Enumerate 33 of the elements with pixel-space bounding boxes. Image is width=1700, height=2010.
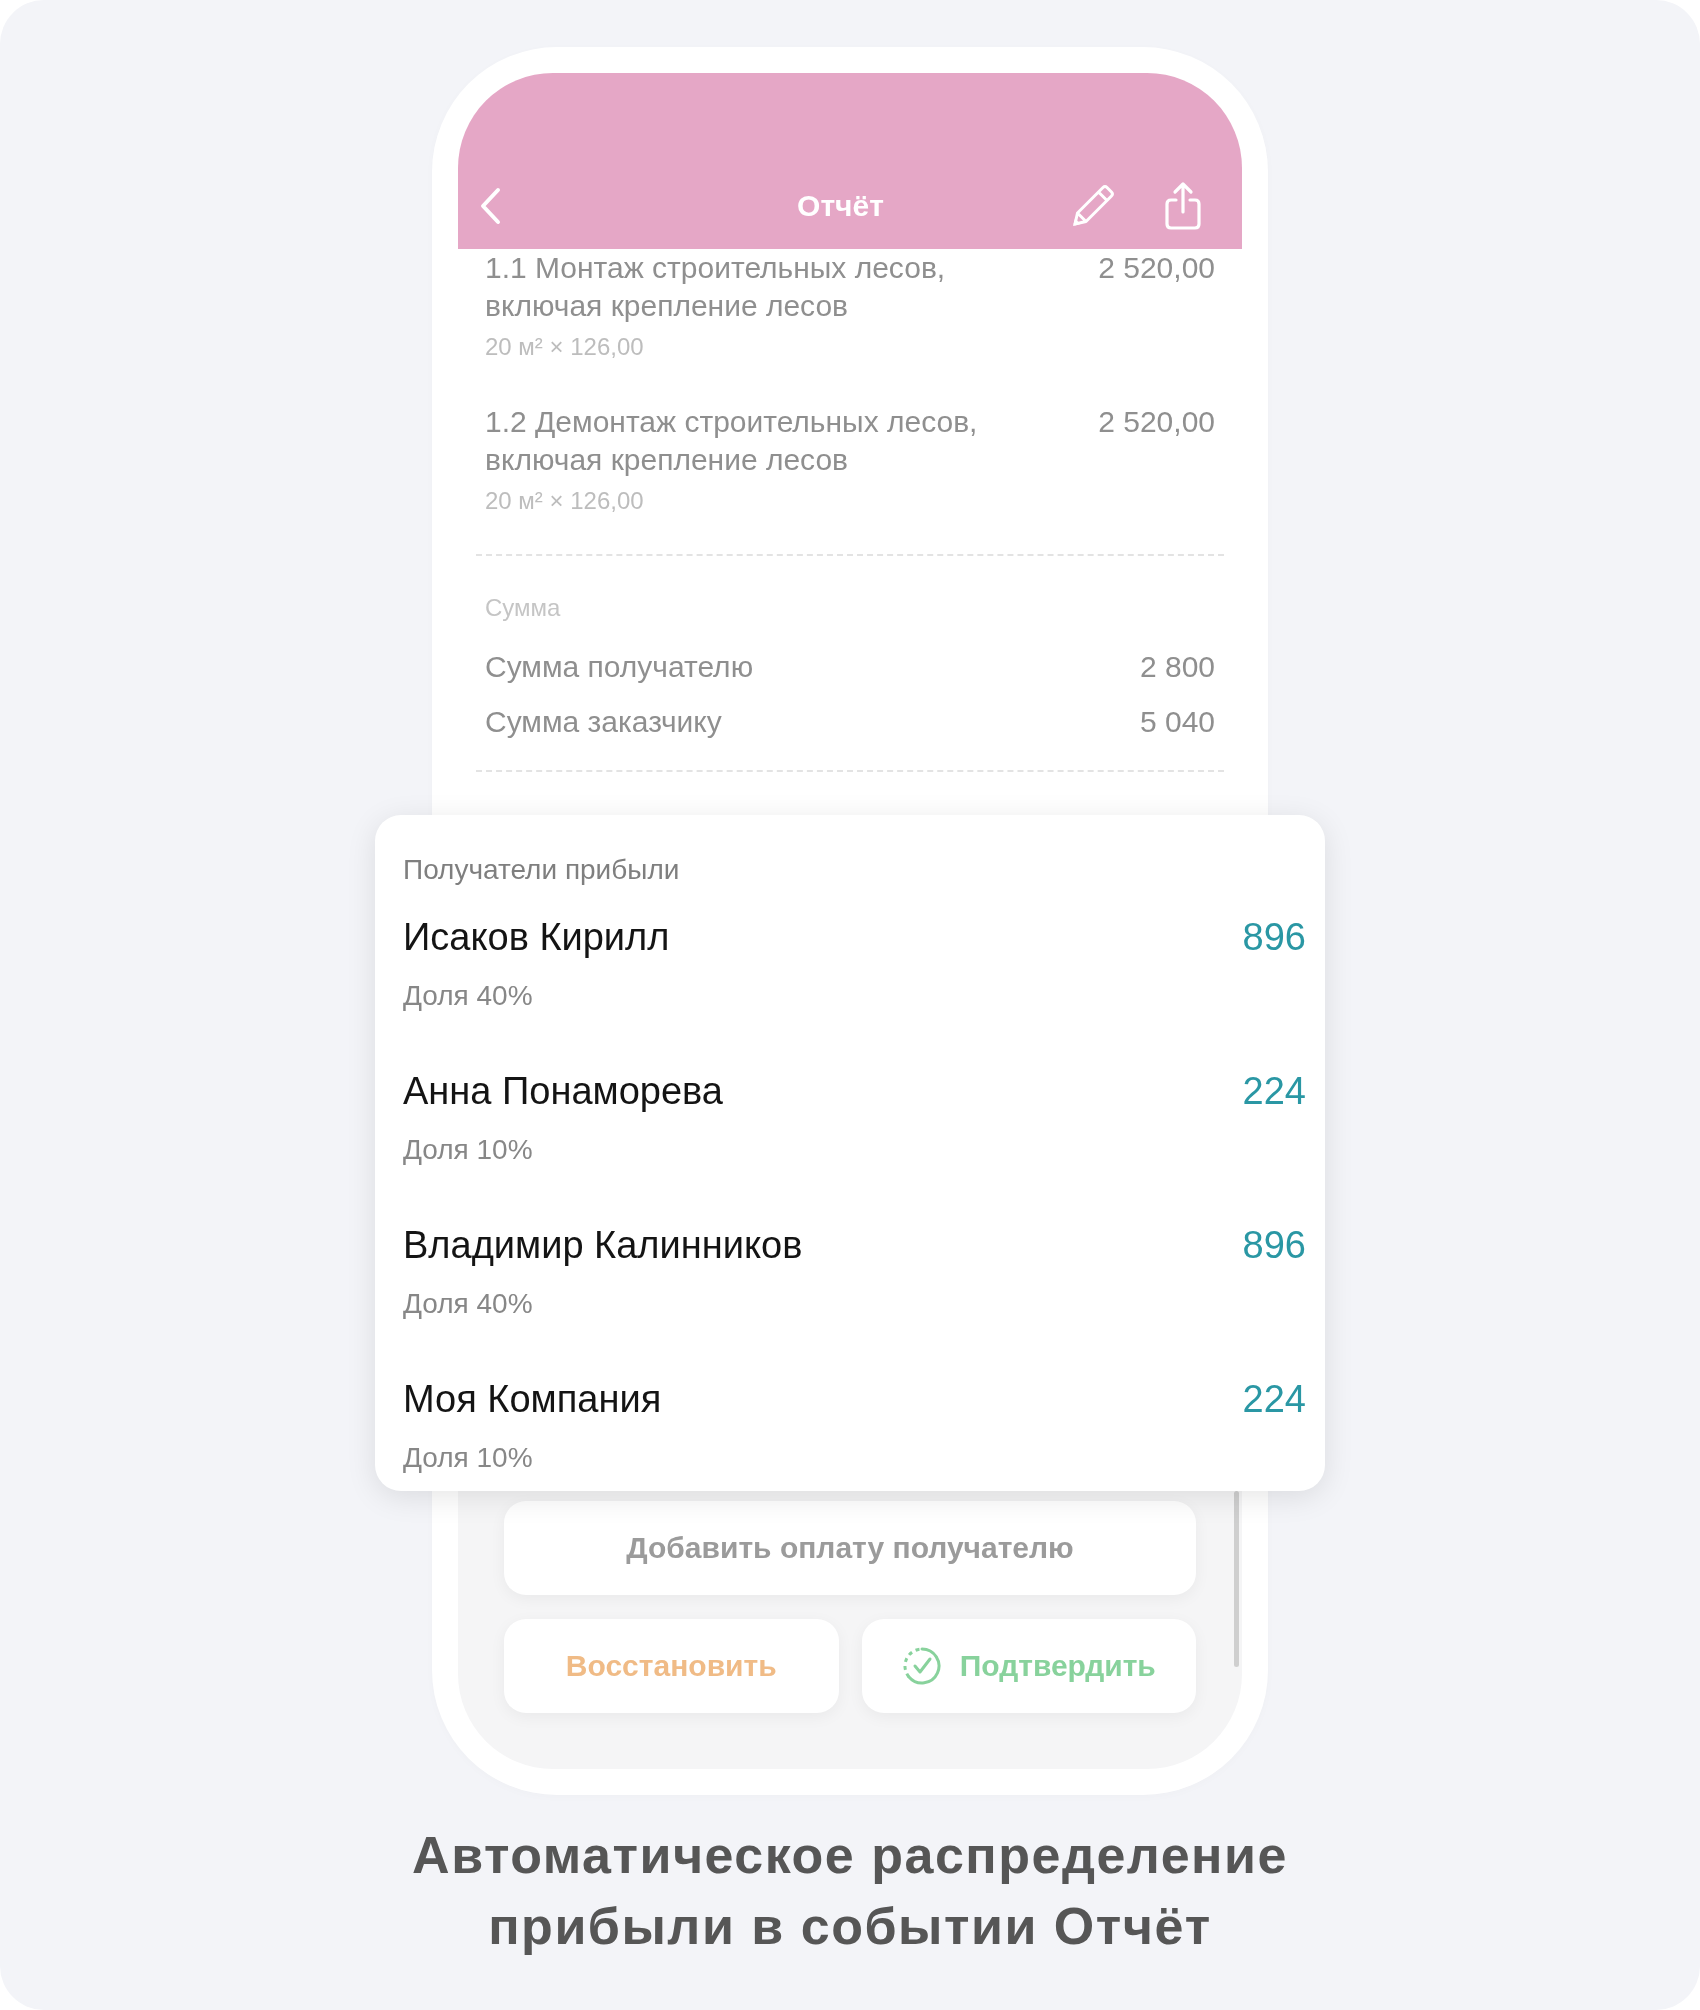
recipient-share: Доля 40%	[403, 1287, 533, 1321]
item-title: 1.1 Монтаж строительных лесов, включая крепление лесов	[485, 250, 947, 324]
card-title: Получатели прибыли	[403, 853, 680, 887]
item-title: 1.2 Демонтаж строительных лесов, включая крепление лесов	[485, 404, 979, 478]
recipient-share: Доля 10%	[403, 1441, 533, 1475]
recipient-amount: 224	[1242, 1377, 1306, 1422]
share-icon[interactable]	[1164, 181, 1202, 231]
recipient-name: Моя Компания	[403, 1377, 662, 1422]
recipient-name: Исаков Кирилл	[403, 915, 670, 960]
recipient-name: Анна Понаморева	[403, 1069, 723, 1114]
back-icon[interactable]	[479, 187, 501, 225]
recipient-name: Владимир Калинников	[403, 1223, 803, 1268]
recipient-amount: 896	[1242, 1223, 1306, 1268]
caption-text: Автоматическое распределение прибыли в событии Отчёт	[412, 1826, 1288, 1955]
screen-title: Отчёт	[797, 188, 884, 224]
recipient-amount: 224	[1242, 1069, 1306, 1114]
recipient-amount: 896	[1242, 915, 1306, 960]
confirm-button[interactable]: Подтвердить	[861, 1619, 1196, 1713]
total-value: 5 040	[1139, 704, 1215, 740]
restore-button[interactable]: Восстановить	[504, 1619, 839, 1713]
total-label: Сумма получателю	[485, 649, 754, 685]
recipient-share: Доля 10%	[403, 1133, 533, 1167]
item-amount: 2 520,00	[1098, 250, 1215, 286]
pencil-icon[interactable]	[1070, 183, 1116, 229]
total-label: Сумма заказчику	[485, 704, 722, 740]
item-quantity: 20 м² × 126,00	[485, 486, 644, 516]
item-quantity: 20 м² × 126,00	[485, 332, 644, 362]
add-payment-button[interactable]: Добавить оплату получателю	[504, 1501, 1196, 1595]
section-label: Сумма	[485, 593, 561, 623]
recipient-share: Доля 40%	[403, 979, 533, 1013]
item-amount: 2 520,00	[1098, 404, 1215, 440]
total-value: 2 800	[1139, 649, 1215, 685]
check-circle-icon	[901, 1646, 942, 1686]
